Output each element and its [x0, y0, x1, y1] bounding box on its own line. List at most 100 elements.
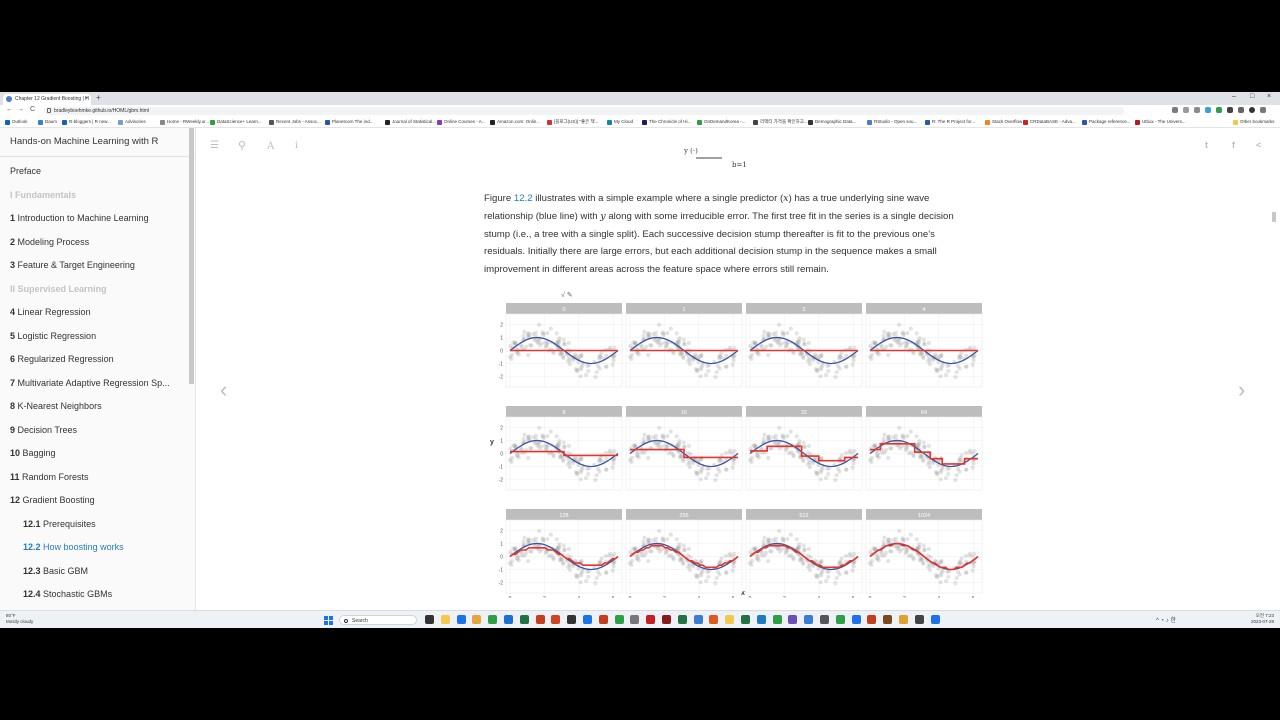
taskbar-app-icon[interactable] — [662, 615, 671, 624]
taskbar-app-icon[interactable] — [551, 615, 561, 624]
taskbar-app-icon[interactable] — [835, 615, 845, 624]
profile-avatar-icon[interactable] — [1249, 107, 1255, 113]
taskbar-app-icon[interactable] — [693, 615, 703, 624]
bookmark-item[interactable]: OnDemandKorea -... — [697, 118, 746, 126]
bookmark-star-icon[interactable] — [1194, 107, 1200, 113]
search-icon[interactable]: ⚲ — [238, 139, 246, 152]
taskbar-app-icon[interactable] — [914, 615, 924, 624]
sidebar-item-logistic-regression[interactable]: 5 Logistic Regression — [10, 331, 96, 341]
sidebar-item-decision-trees[interactable]: 9 Decision Trees — [10, 425, 77, 435]
bookmark-item[interactable]: Recent Jobs - Assoc... — [269, 118, 321, 126]
taskbar-app-icon[interactable] — [646, 615, 656, 624]
bookmark-item[interactable]: Demographic Data... — [808, 118, 856, 126]
sidebar-item-feature-target-engineering[interactable]: 3 Feature & Target Engineering — [10, 260, 135, 270]
bookmark-item[interactable]: Online Courses - A... — [437, 118, 486, 126]
taskbar-app-icon[interactable] — [788, 615, 798, 624]
next-page-arrow[interactable]: › — [1238, 377, 1245, 403]
taskbar-app-icon[interactable] — [583, 615, 592, 624]
taskbar-app-icon[interactable] — [504, 615, 513, 624]
figure-link[interactable]: 12.2 — [514, 193, 533, 204]
taskbar-app-icon[interactable] — [741, 615, 750, 624]
taskbar-app-icon[interactable] — [756, 615, 766, 624]
taskbar-app-icon[interactable] — [472, 615, 482, 624]
maximize-icon[interactable]: □ — [1250, 93, 1254, 100]
taskbar-app-icon[interactable] — [820, 615, 829, 624]
previous-page-arrow[interactable]: ‹ — [220, 377, 227, 403]
taskbar-app-icon[interactable] — [440, 615, 450, 624]
bookmark-item[interactable]: CRDataBASE - Adva... — [1023, 118, 1076, 126]
taskbar-app-icon[interactable] — [930, 615, 940, 624]
share-page-icon[interactable] — [1172, 107, 1178, 113]
taskbar-app-icon[interactable] — [425, 615, 434, 624]
bookmark-item[interactable]: The Chronicle of Hi... — [642, 118, 691, 126]
new-tab-button[interactable]: + — [96, 93, 101, 102]
info-icon[interactable]: i — [295, 141, 298, 151]
tab-close-icon[interactable]: × — [84, 94, 88, 105]
taskbar-app-icon[interactable] — [519, 615, 529, 624]
taskbar-app-icon[interactable] — [488, 615, 498, 624]
taskbar-app-icon[interactable] — [772, 615, 782, 624]
sidebar-item-how-boosting-works[interactable]: 12.2 How boosting works — [23, 542, 124, 552]
toc-toggle-icon[interactable]: ☰ — [210, 140, 219, 151]
zoom-icon[interactable] — [1183, 107, 1189, 113]
sidebar-item-modeling-process[interactable]: 2 Modeling Process — [10, 237, 89, 247]
bookmark-item[interactable]: Utbox - The Univers... — [1135, 118, 1186, 126]
sidebar-item-linear-regression[interactable]: 4 Linear Regression — [10, 307, 91, 317]
bookmark-item[interactable]: Home - RWeekly.or... — [160, 118, 209, 126]
forward-icon[interactable]: → — [17, 106, 24, 113]
sidebar-item-regularized-regression[interactable]: 6 Regularized Regression — [10, 354, 114, 364]
taskbar-search[interactable]: Search — [339, 615, 417, 625]
facebook-icon[interactable]: f — [1232, 140, 1235, 150]
bookmark-item[interactable]: DataScience+ Learn... — [210, 118, 262, 126]
browser-menu-icon[interactable] — [1260, 107, 1266, 113]
sidepanel-icon[interactable] — [1238, 107, 1244, 113]
sidebar-item-stochastic-gbms[interactable]: 12.4 Stochastic GBMs — [23, 589, 112, 599]
extensions-puzzle-icon[interactable] — [1227, 107, 1233, 113]
taskbar-app-icon[interactable] — [614, 615, 624, 624]
bookmark-item[interactable]: Daum — [38, 118, 57, 126]
other-bookmarks[interactable]: Other bookmarks — [1233, 118, 1275, 126]
bookmark-item[interactable]: Stack Overflow — [985, 118, 1022, 126]
sidebar-item-random-forests[interactable]: 11 Random Forests — [10, 472, 89, 482]
taskbar-app-icon[interactable] — [456, 615, 466, 624]
taskbar-app-icon[interactable] — [899, 615, 908, 624]
bookmark-item[interactable]: Advisories — [118, 118, 146, 126]
bookmark-item[interactable]: Journal of Statistical... — [385, 118, 436, 126]
start-button[interactable] — [324, 616, 333, 625]
sidebar-item-bagging[interactable]: 10 Bagging — [10, 448, 56, 458]
back-icon[interactable]: ← — [6, 106, 13, 113]
sidebar-item-multivariate-adaptive-regression-sp[interactable]: 7 Multivariate Adaptive Regression Sp... — [10, 378, 170, 388]
clock[interactable]: 오전 7:23 2023-07-28 — [1251, 613, 1274, 625]
browser-tab[interactable]: Chapter 12 Gradient Boosting | H × — [3, 94, 91, 105]
input-language[interactable]: 한 — [1170, 618, 1176, 624]
bookmark-item[interactable]: Package reference... — [1082, 118, 1131, 126]
sidebar-item-introduction-to-machine-learning[interactable]: 1 Introduction to Machine Learning — [10, 213, 149, 223]
sidebar-item-k-nearest-neighbors[interactable]: 8 K-Nearest Neighbors — [10, 401, 102, 411]
bookmark-item[interactable]: Amazon.com: Onlin... — [490, 118, 540, 126]
sidebar-scrollbar[interactable] — [189, 128, 194, 384]
twitter-icon[interactable]: t — [1205, 140, 1208, 150]
system-tray-icons[interactable]: ^ ◔ ♪ 한 — [1156, 615, 1176, 624]
bookmark-item[interactable]: Planetcorn The ind... — [325, 118, 373, 126]
sidebar-item-gradient-boosting[interactable]: 12 Gradient Boosting — [10, 495, 95, 505]
taskbar-app-icon[interactable] — [804, 615, 814, 624]
book-title[interactable]: Hands-on Machine Learning with R — [10, 136, 158, 147]
bookmark-item[interactable]: My Cloud — [607, 118, 633, 126]
taskbar-app-icon[interactable] — [851, 615, 861, 624]
close-window-icon[interactable]: × — [1267, 93, 1271, 100]
share-icon[interactable]: < — [1256, 140, 1261, 150]
minimize-icon[interactable]: – — [1232, 93, 1236, 100]
sidebar-item-preface[interactable]: Preface — [10, 166, 41, 176]
bookmark-item[interactable]: 리액티 가격을 확인하고... — [753, 118, 808, 126]
sidebar-item-basic-gbm[interactable]: 12.3 Basic GBM — [23, 566, 88, 576]
bookmark-item[interactable]: R: The R Project for... — [925, 118, 975, 126]
taskbar-app-icon[interactable] — [725, 615, 735, 624]
sidebar-item-prerequisites[interactable]: 12.1 Prerequisites — [23, 519, 96, 529]
extension-2-icon[interactable] — [1216, 107, 1222, 113]
bookmark-item[interactable]: [블로그(US)] "좋은 책... — [547, 118, 598, 126]
taskbar-app-icon[interactable] — [677, 615, 687, 624]
content-scrollbar[interactable] — [1272, 212, 1276, 222]
reload-icon[interactable]: C — [30, 106, 35, 113]
font-settings-icon[interactable]: A — [267, 141, 274, 152]
bookmark-item[interactable]: Outlook — [5, 118, 28, 126]
